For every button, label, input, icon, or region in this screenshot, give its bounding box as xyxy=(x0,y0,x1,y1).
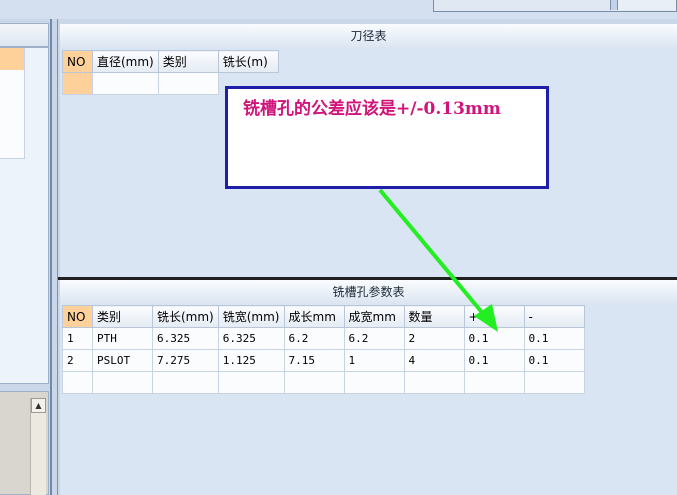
table-cell[interactable] xyxy=(463,371,525,394)
column-header-plus-tolerance[interactable]: + xyxy=(463,305,525,328)
table-cell[interactable] xyxy=(403,371,465,394)
table-cell[interactable]: 6.2 xyxy=(283,327,345,350)
scroll-right-button[interactable] xyxy=(617,0,676,10)
column-header-no[interactable]: NO xyxy=(62,305,93,328)
column-header-finished-length[interactable]: 成长mm xyxy=(283,305,345,328)
table-cell[interactable] xyxy=(343,371,405,394)
table-header-row: NO 直径(mm) 类别 铣长(m) xyxy=(62,50,279,73)
list-item[interactable] xyxy=(0,48,25,71)
table-cell[interactable]: 0.1 xyxy=(523,349,585,372)
annotation-text: 铣槽孔的公差应该是+/-0.13mm xyxy=(243,99,501,119)
column-header-type[interactable]: 类别 xyxy=(92,305,153,328)
list-item[interactable] xyxy=(0,70,25,93)
table-cell[interactable] xyxy=(523,371,585,394)
table-cell[interactable]: 2 xyxy=(403,327,465,350)
table-cell[interactable]: 1 xyxy=(343,349,405,372)
slot-parameter-table: NO 类别 铣长(mm) 铣宽(mm) 成长mm 成宽mm 数量 + - 1 P… xyxy=(62,305,585,394)
table-cell[interactable] xyxy=(92,371,153,394)
list-item[interactable] xyxy=(0,114,25,137)
table-cell[interactable] xyxy=(217,371,285,394)
table-cell[interactable]: 1.125 xyxy=(217,349,285,372)
table-cell[interactable]: 7.15 xyxy=(283,349,345,372)
column-header-mill-length[interactable]: 铣长(mm) xyxy=(152,305,219,328)
column-header-diameter[interactable]: 直径(mm) xyxy=(92,50,159,73)
table-cell[interactable]: PTH xyxy=(92,327,153,350)
left-panel-grid xyxy=(0,47,49,384)
table-cell[interactable]: 4 xyxy=(403,349,465,372)
list-item[interactable] xyxy=(0,92,25,115)
column-header-type[interactable]: 类别 xyxy=(157,50,219,73)
column-header-no[interactable]: NO xyxy=(62,50,93,73)
table-cell[interactable]: 0.1 xyxy=(523,327,585,350)
column-header-finished-width[interactable]: 成宽mm xyxy=(343,305,405,328)
top-horizontal-scrollbar[interactable] xyxy=(433,0,677,12)
column-header-mill-width[interactable]: 铣宽(mm) xyxy=(217,305,285,328)
arrow-up-icon[interactable]: ▲ xyxy=(31,398,46,413)
table-cell[interactable]: 6.2 xyxy=(343,327,405,350)
table-cell[interactable] xyxy=(152,371,219,394)
table-cell[interactable] xyxy=(62,371,93,394)
table-cell[interactable]: 6.325 xyxy=(217,327,285,350)
table-cell[interactable]: 1 xyxy=(62,327,93,350)
left-vertical-scrollbar[interactable]: ▲ xyxy=(30,398,46,495)
table-cell[interactable] xyxy=(157,72,219,95)
table-cell[interactable]: 2 xyxy=(62,349,93,372)
table-cell[interactable]: 7.275 xyxy=(152,349,219,372)
column-header-mill-length[interactable]: 铣长(m) xyxy=(217,50,279,73)
table-header-row: NO 类别 铣长(mm) 铣宽(mm) 成长mm 成宽mm 数量 + - xyxy=(62,305,585,328)
table-cell[interactable]: 6.325 xyxy=(152,327,219,350)
row-indicator-cell[interactable] xyxy=(62,72,93,95)
table-row[interactable]: 1 PTH 6.325 6.325 6.2 6.2 2 0.1 0.1 xyxy=(62,327,585,350)
table-cell[interactable]: 0.1 xyxy=(463,349,525,372)
table-cell[interactable] xyxy=(283,371,345,394)
column-header-quantity[interactable]: 数量 xyxy=(403,305,465,328)
column-header-minus-tolerance[interactable]: - xyxy=(523,305,585,328)
table-cell[interactable]: 0.1 xyxy=(463,327,525,350)
slot-table-title: 铣槽孔参数表 xyxy=(60,280,677,305)
table-row[interactable]: 2 PSLOT 7.275 1.125 7.15 1 4 0.1 0.1 xyxy=(62,349,585,372)
tool-table-title: 刀径表 xyxy=(60,24,677,49)
list-item[interactable] xyxy=(0,136,25,159)
table-row[interactable] xyxy=(62,371,585,394)
left-panel-header xyxy=(0,23,49,47)
annotation-callout-box: 铣槽孔的公差应该是+/-0.13mm xyxy=(225,86,549,189)
table-cell[interactable]: PSLOT xyxy=(92,349,153,372)
table-cell[interactable] xyxy=(92,72,159,95)
